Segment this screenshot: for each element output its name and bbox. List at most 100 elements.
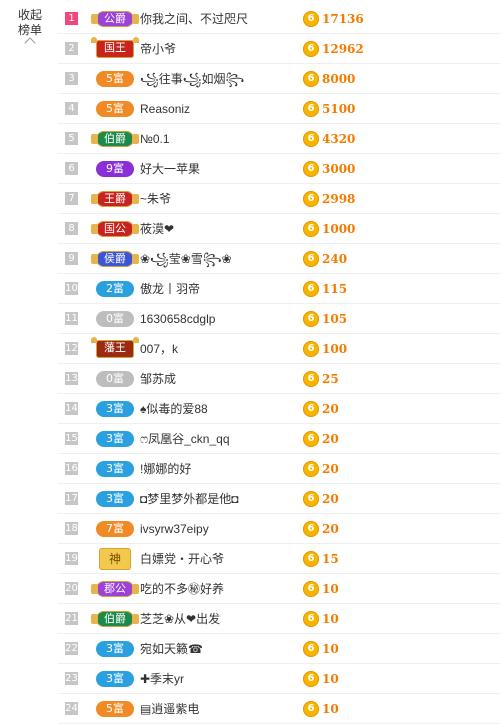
username[interactable]: 邹苏成 — [140, 364, 176, 394]
coin-icon: 6 — [303, 41, 319, 57]
leaderboard-row[interactable]: 22 3富 宛如天籁☎ 6 10 — [58, 634, 500, 664]
leaderboard-row[interactable]: 4 5富 Reasoniz 6 5100 — [58, 94, 500, 124]
username[interactable]: ✚季末yr — [140, 664, 184, 694]
leaderboard-row[interactable]: 24 5富 ▤逍遥紫电 6 10 — [58, 694, 500, 724]
username[interactable]: 傲龙丨羽帝 — [140, 274, 200, 304]
leaderboard-row[interactable]: 9 侯爵 ❀꧁莹❀雪꧂❀ 6 240 — [58, 244, 500, 274]
score-value: 3000 — [322, 162, 356, 176]
coin-icon: 6 — [303, 401, 319, 417]
username[interactable]: !娜娜的好 — [140, 454, 191, 484]
rank-number: 16 — [65, 462, 78, 475]
rank-number: 24 — [65, 702, 78, 715]
score-value: 15 — [322, 552, 339, 566]
leaderboard-row[interactable]: 10 2富 傲龙丨羽帝 6 115 — [58, 274, 500, 304]
rank-number: 8 — [65, 222, 78, 235]
leaderboard-row[interactable]: 15 3富 ෆ凤凰谷_ckn_qq 6 20 — [58, 424, 500, 454]
username[interactable]: Reasoniz — [140, 94, 190, 124]
coin-icon: 6 — [303, 191, 319, 207]
username[interactable]: 宛如天籁☎ — [140, 634, 203, 664]
coin-icon: 6 — [303, 461, 319, 477]
score-value: 10 — [322, 612, 339, 626]
leaderboard-row[interactable]: 17 3富 ◘梦里梦外都是他◘ 6 20 — [58, 484, 500, 514]
rank-badge: 3富 — [96, 491, 134, 507]
score-value: 4320 — [322, 132, 356, 146]
leaderboard-row[interactable]: 5 伯爵 №0.1 6 4320 — [58, 124, 500, 154]
leaderboard-row[interactable]: 14 3富 ♠似毒的爱88 6 20 — [58, 394, 500, 424]
rank-badge: 5富 — [96, 71, 134, 87]
leaderboard-row[interactable]: 2 国王 帝小爷 6 12962 — [58, 34, 500, 64]
rank-number: 10 — [65, 282, 78, 295]
coin-icon: 6 — [303, 671, 319, 687]
username[interactable]: 好大一苹果 — [140, 154, 200, 184]
rank-number: 23 — [65, 672, 78, 685]
score-value: 5100 — [322, 102, 356, 116]
coin-icon: 6 — [303, 161, 319, 177]
username[interactable]: ~朱爷 — [140, 184, 171, 214]
leaderboard-row[interactable]: 7 王爵 ~朱爷 6 2998 — [58, 184, 500, 214]
username[interactable]: 吃的不多㊙好养 — [140, 574, 224, 604]
score-value: 10 — [322, 672, 339, 686]
score-value: 8000 — [322, 72, 356, 86]
rank-badge: 郡公 — [91, 581, 139, 597]
leaderboard-row[interactable]: 1 公爵 你我之间、不过咫尺 6 17136 — [58, 4, 500, 34]
rank-badge: 3富 — [96, 431, 134, 447]
leaderboard-row[interactable]: 8 国公 莜漠❤ 6 1000 — [58, 214, 500, 244]
score-value: 20 — [322, 402, 339, 416]
username[interactable]: 你我之间、不过咫尺 — [140, 4, 248, 34]
username[interactable]: №0.1 — [140, 124, 170, 154]
leaderboard-row[interactable]: 3 5富 ꧁往事꧁如烟꧂ 6 8000 — [58, 64, 500, 94]
coin-icon: 6 — [303, 551, 319, 567]
score-value: 17136 — [322, 12, 364, 26]
rank-badge: 侯爵 — [91, 251, 139, 267]
leaderboard-row[interactable]: 11 0富 1630658cdglp 6 105 — [58, 304, 500, 334]
username[interactable]: ❀꧁莹❀雪꧂❀ — [140, 244, 232, 274]
leaderboard-row[interactable]: 16 3富 !娜娜的好 6 20 — [58, 454, 500, 484]
rank-badge: 公爵 — [91, 11, 139, 27]
rank-badge: 9富 — [96, 161, 134, 177]
username[interactable]: ivsyrw37eipy — [140, 514, 209, 544]
rank-badge: 3富 — [96, 401, 134, 417]
coin-icon: 6 — [303, 341, 319, 357]
leaderboard-row[interactable]: 6 9富 好大一苹果 6 3000 — [58, 154, 500, 184]
rank-number: 13 — [65, 372, 78, 385]
username[interactable]: 1630658cdglp — [140, 304, 215, 334]
username[interactable]: 帝小爷 — [140, 34, 176, 64]
rank-number: 18 — [65, 522, 78, 535]
coin-icon: 6 — [303, 131, 319, 147]
rank-badge: 国王 — [91, 37, 139, 58]
coin-icon: 6 — [303, 611, 319, 627]
leaderboard-row[interactable]: 21 伯爵 芝芝❀从❤出发 6 10 — [58, 604, 500, 634]
collapse-leaderboard-button[interactable]: 收起榜单 — [10, 8, 50, 49]
rank-number: 19 — [65, 552, 78, 565]
coin-icon: 6 — [303, 281, 319, 297]
rank-badge: 5富 — [96, 101, 134, 117]
username[interactable]: ▤逍遥紫电 — [140, 694, 199, 724]
score-value: 240 — [322, 252, 348, 266]
username[interactable]: 白嫖党・开心爷 — [140, 544, 224, 574]
username[interactable]: ꧁往事꧁如烟꧂ — [140, 64, 244, 94]
coin-icon: 6 — [303, 251, 319, 267]
username[interactable]: ♠似毒的爱88 — [140, 394, 208, 424]
username[interactable]: 007，k — [140, 334, 178, 364]
username[interactable]: 芝芝❀从❤出发 — [140, 604, 220, 634]
leaderboard-row[interactable]: 18 7富 ivsyrw37eipy 6 20 — [58, 514, 500, 544]
username[interactable]: ෆ凤凰谷_ckn_qq — [140, 424, 230, 454]
collapse-label: 收起榜单 — [17, 8, 42, 37]
username[interactable]: 莜漠❤ — [140, 214, 174, 244]
coin-icon: 6 — [303, 491, 319, 507]
score-value: 2998 — [322, 192, 356, 206]
score-value: 20 — [322, 492, 339, 506]
coin-icon: 6 — [303, 71, 319, 87]
leaderboard-row[interactable]: 23 3富 ✚季末yr 6 10 — [58, 664, 500, 694]
username[interactable]: ◘梦里梦外都是他◘ — [140, 484, 239, 514]
leaderboard-row[interactable]: 20 郡公 吃的不多㊙好养 6 10 — [58, 574, 500, 604]
rank-badge: 王爵 — [91, 191, 139, 207]
leaderboard-row[interactable]: 13 0富 邹苏成 6 25 — [58, 364, 500, 394]
coin-icon: 6 — [303, 431, 319, 447]
score-value: 105 — [322, 312, 348, 326]
rank-badge: 3富 — [96, 461, 134, 477]
rank-number: 9 — [65, 252, 78, 265]
coin-icon: 6 — [303, 641, 319, 657]
leaderboard-row[interactable]: 12 藩王 007，k 6 100 — [58, 334, 500, 364]
leaderboard-row[interactable]: 19 神白嫖党・开心爷 6 15 — [58, 544, 500, 574]
